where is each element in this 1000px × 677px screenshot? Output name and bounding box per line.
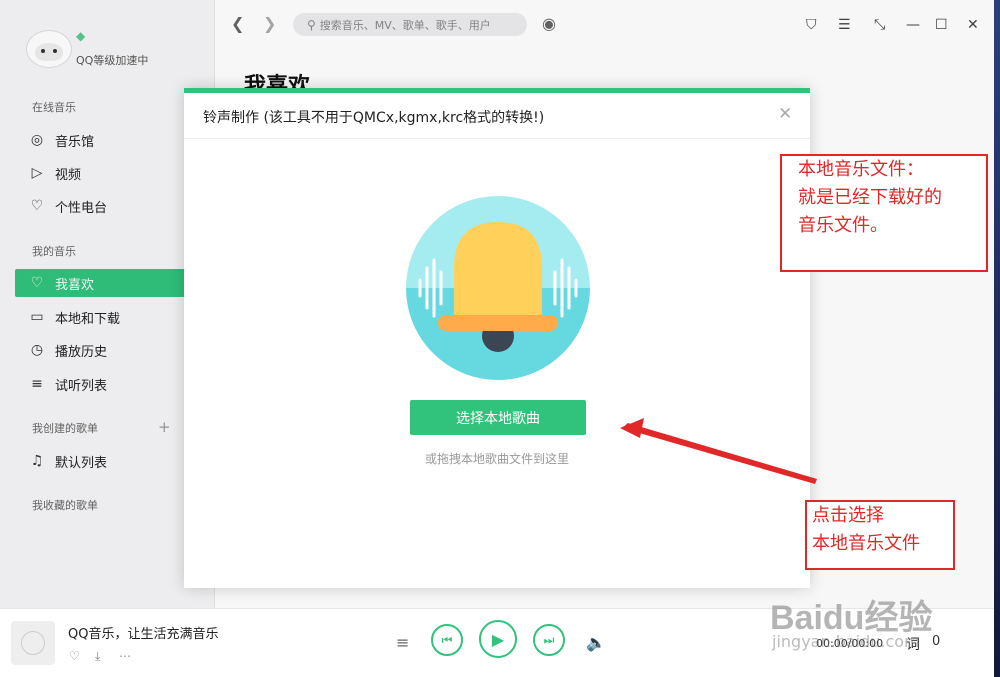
- heart-icon[interactable]: ♡: [69, 649, 80, 663]
- annotation-line: 本地音乐文件: [812, 533, 920, 554]
- watermark-url: jingyan.baidu.com: [772, 632, 920, 651]
- more-icon[interactable]: ⋯: [119, 649, 131, 663]
- album-cover[interactable]: [11, 621, 55, 665]
- previous-icon: ⏮: [441, 632, 453, 647]
- play-mode-icon[interactable]: ≡: [396, 633, 409, 652]
- volume-icon[interactable]: 🔈: [586, 633, 606, 652]
- annotation-line: 点击选择: [812, 505, 884, 526]
- play-icon: ▶: [491, 629, 505, 649]
- play-button[interactable]: ▶: [479, 620, 517, 658]
- annotation-box-click-select: 点击选择 本地音乐文件: [805, 500, 955, 570]
- qq-music-window: ◆ QQ等级加速中 在线音乐 ◎ 音乐馆 ▷ 视频 ♡ 个性电台 我的音乐 ♡ …: [0, 0, 994, 677]
- previous-button[interactable]: ⏮: [431, 624, 463, 656]
- next-button[interactable]: ⏭: [533, 624, 565, 656]
- desktop-background: [994, 0, 1000, 677]
- next-icon: ⏭: [543, 632, 555, 647]
- baidu-watermark: Baidu经验 jingyan.baidu.com: [760, 570, 960, 670]
- download-icon[interactable]: ⤓: [95, 649, 100, 664]
- song-title: QQ音乐，让生活充满音乐: [68, 627, 219, 642]
